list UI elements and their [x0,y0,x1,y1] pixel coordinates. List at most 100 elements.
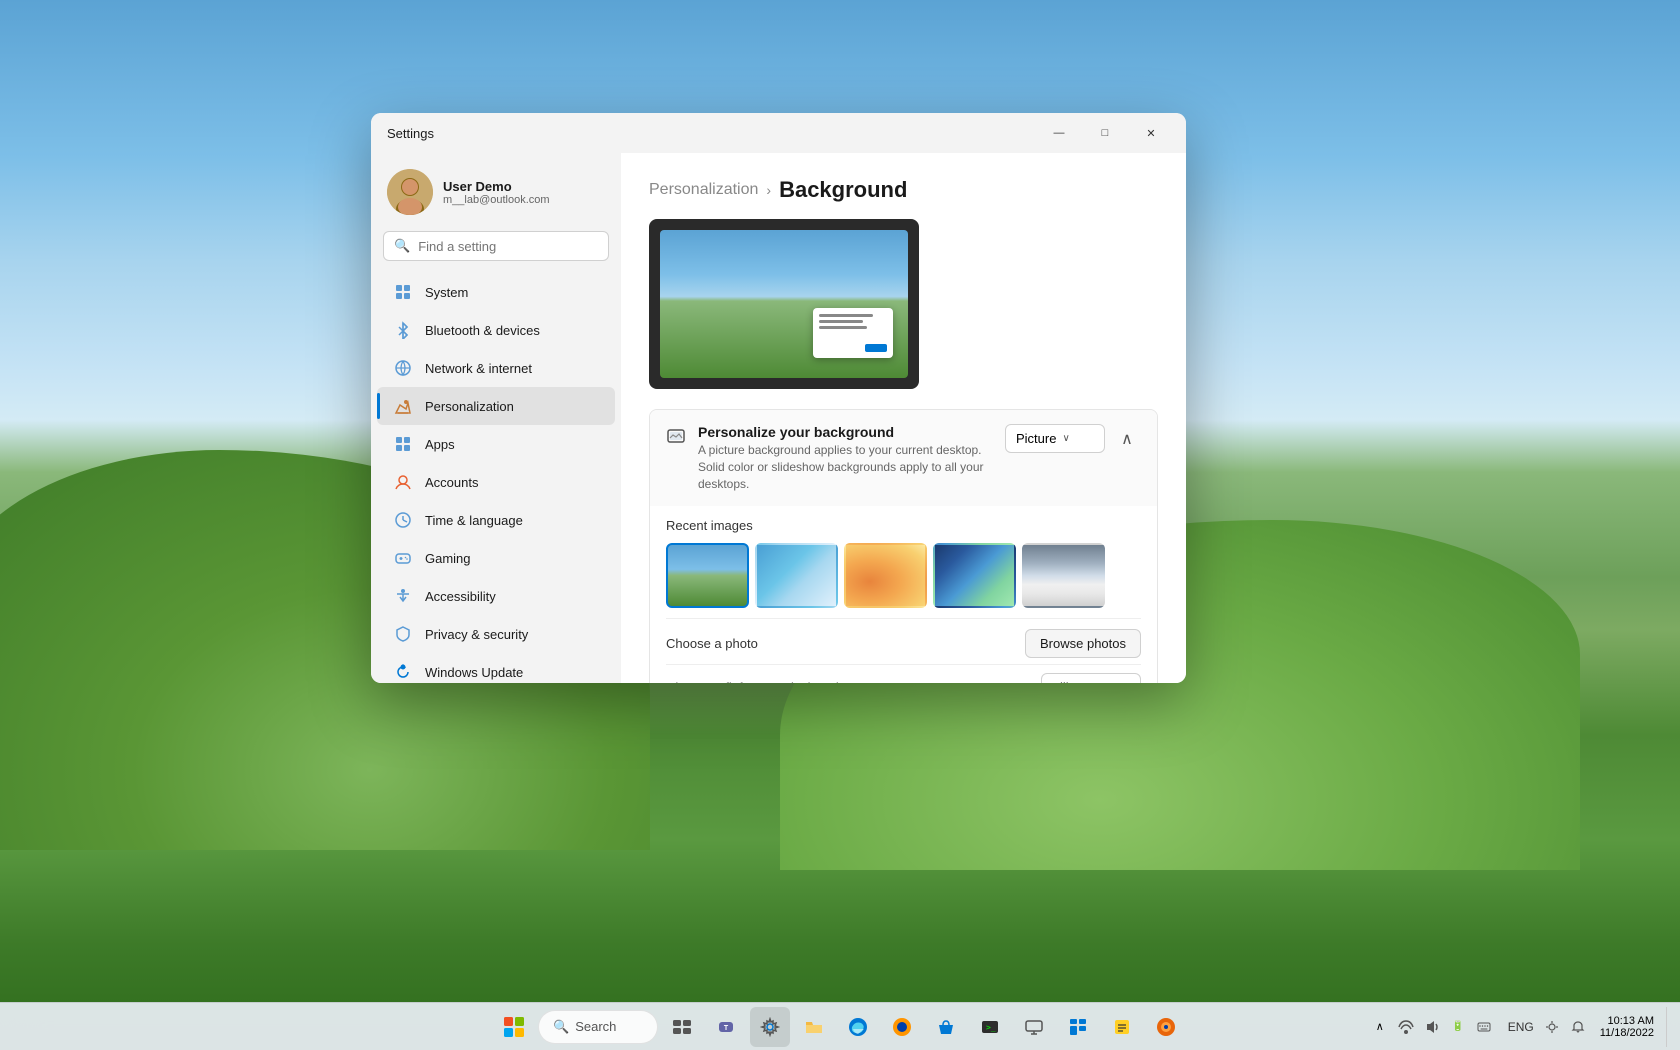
avatar [387,169,433,215]
sidebar-item-gaming[interactable]: Gaming [377,539,615,577]
section-body: Recent images Choose a photo Browse phot… [650,506,1157,683]
search-icon: 🔍 [394,238,410,254]
section-control: Picture ∨ ∧ [1005,424,1141,453]
fit-dropdown[interactable]: Fill ∨ [1041,673,1141,683]
sidebar-item-time[interactable]: Time & language [377,501,615,539]
user-info: User Demo m__lab@outlook.com [443,179,605,206]
sidebar-label-bluetooth: Bluetooth & devices [425,323,540,338]
network-tray-icon[interactable] [1394,1011,1418,1043]
sidebar-label-network: Network & internet [425,361,532,376]
keyboard-tray-icon[interactable] [1472,1011,1496,1043]
fit-label: Choose a fit for your desktop image [666,680,871,683]
sidebar-item-accessibility[interactable]: Accessibility [377,577,615,615]
sidebar-item-system[interactable]: System [377,273,615,311]
sidebar-item-apps[interactable]: Apps [377,425,615,463]
personalization-icon [393,396,413,416]
collapse-icon: ∧ [1121,429,1133,449]
tray-arrow[interactable]: ∧ [1368,1011,1392,1043]
section-desc: A picture background applies to your cur… [698,442,993,492]
notifications-icon[interactable] [1566,1011,1590,1043]
gaming-icon [393,548,413,568]
breadcrumb-current: Background [779,177,907,203]
taskbar-search-icon: 🔍 [553,1019,569,1035]
sidebar-item-network[interactable]: Network & internet [377,349,615,387]
section-text: Personalize your background A picture ba… [698,424,993,492]
browse-photos-button[interactable]: Browse photos [1025,629,1141,658]
taskbar-search-label: Search [575,1019,616,1034]
widgets-button[interactable] [1058,1007,1098,1047]
settings-window: Settings — □ ✕ [371,113,1186,683]
window-titlebar: Settings — □ ✕ [371,113,1186,153]
minimize-button[interactable]: — [1036,117,1082,149]
sidebar-search-box[interactable]: 🔍 [383,231,609,261]
user-email: m__lab@outlook.com [443,194,605,206]
section-header: Personalize your background A picture ba… [650,410,1157,506]
dialog-line-1 [819,314,873,317]
privacy-icon [393,624,413,644]
wallpaper-thumb-4[interactable] [933,543,1016,608]
dropdown-chevron: ∨ [1062,433,1069,444]
personalize-section: Personalize your background A picture ba… [649,409,1158,683]
show-desktop-button[interactable] [1666,1007,1672,1047]
windows-start-button[interactable] [494,1007,534,1047]
fit-row: Choose a fit for your desktop image Fill… [666,664,1141,683]
user-section[interactable]: User Demo m__lab@outlook.com [371,161,621,231]
wallpaper-thumb-3[interactable] [844,543,927,608]
sidebar-item-bluetooth[interactable]: Bluetooth & devices [377,311,615,349]
browser-button[interactable] [882,1007,922,1047]
edge-button[interactable] [838,1007,878,1047]
sidebar-label-accessibility: Accessibility [425,589,496,604]
sidebar-label-update: Windows Update [425,665,523,680]
fox-button[interactable] [1146,1007,1186,1047]
sidebar-label-accounts: Accounts [425,475,478,490]
breadcrumb-parent[interactable]: Personalization [649,181,758,199]
taskbar: 🔍 Search T [0,1002,1680,1050]
preview-dialog [813,308,893,358]
network-icon [393,358,413,378]
update-icon [393,662,413,682]
dialog-line-3 [819,326,867,329]
datetime[interactable]: 10:13 AM 11/18/2022 [1592,1013,1662,1041]
svg-text:T: T [724,1025,729,1032]
taskbar-search[interactable]: 🔍 Search [538,1010,658,1044]
fit-chevron: ∨ [1075,682,1082,683]
fit-value: Fill [1052,680,1069,683]
maximize-button[interactable]: □ [1082,117,1128,149]
dialog-line-2 [819,320,863,323]
brightness-icon[interactable] [1540,1011,1564,1043]
sidebar-search-input[interactable] [418,239,598,254]
taskbar-center: 🔍 Search T [494,1007,1186,1047]
terminal-button[interactable]: >_ [970,1007,1010,1047]
desktop: Settings — □ ✕ [0,0,1680,1050]
volume-tray-icon[interactable] [1420,1011,1444,1043]
wallpaper-thumb-1[interactable] [666,543,749,608]
close-button[interactable]: ✕ [1128,117,1174,149]
sidebar-label-time: Time & language [425,513,523,528]
task-view-button[interactable] [662,1007,702,1047]
settings-taskbar-button[interactable] [750,1007,790,1047]
teams-button[interactable]: T [706,1007,746,1047]
time-display: 10:13 AM [1608,1015,1654,1027]
svg-text:>_: >_ [986,1023,996,1032]
wallpaper-thumb-2[interactable] [755,543,838,608]
background-type-dropdown[interactable]: Picture ∨ [1005,424,1105,453]
file-explorer-button[interactable] [794,1007,834,1047]
language-indicator[interactable]: ENG [1504,1020,1538,1034]
window-body: User Demo m__lab@outlook.com 🔍 System [371,153,1186,683]
sidebar-label-system: System [425,285,468,300]
sidebar-item-update[interactable]: Windows Update [377,653,615,683]
store-button[interactable] [926,1007,966,1047]
system-tray: ∧ 🔋 [1362,1009,1502,1045]
section-icon [666,426,686,446]
remote-button[interactable] [1014,1007,1054,1047]
sidebar-item-privacy[interactable]: Privacy & security [377,615,615,653]
sidebar-item-accounts[interactable]: Accounts [377,463,615,501]
section-title: Personalize your background [698,424,993,440]
sidebar-item-personalization[interactable]: Personalization [377,387,615,425]
collapse-button[interactable]: ∧ [1113,425,1141,453]
window-title: Settings [387,126,434,141]
dialog-button [865,344,887,352]
battery-tray-icon[interactable]: 🔋 [1446,1011,1470,1043]
wallpaper-thumb-5[interactable] [1022,543,1105,608]
notes-button[interactable] [1102,1007,1142,1047]
